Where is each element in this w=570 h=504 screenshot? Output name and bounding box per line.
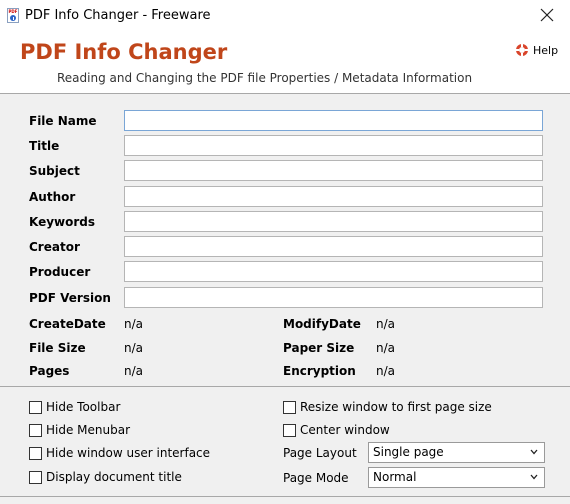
page-layout-select[interactable]: Single page [368,442,545,463]
file-name-input[interactable] [124,110,543,131]
display-doc-title-checkbox[interactable]: Display document title [29,470,182,484]
bottom-divider [0,496,570,497]
app-window: PDF PDF Info Changer - Freeware PDF Info… [0,0,570,504]
page-mode-label: Page Mode [283,471,349,485]
chevron-down-icon [530,449,538,455]
hide-toolbar-label: Hide Toolbar [46,400,121,414]
help-link[interactable]: Help [515,43,558,57]
producer-label: Producer [29,265,91,279]
page-mode-select[interactable]: Normal [368,467,545,488]
checkbox-box[interactable] [283,400,296,414]
close-button[interactable] [524,0,570,30]
checkbox-box[interactable] [283,423,296,437]
field-row-creator: Creator [0,236,570,260]
file-size-label: File Size [29,341,86,355]
title-input[interactable] [124,135,543,156]
keywords-input[interactable] [124,211,543,232]
page-layout-label: Page Layout [283,446,357,460]
page-layout-value: Single page [373,445,444,459]
checkbox-box[interactable] [29,400,42,414]
modify-date-value: n/a [376,317,396,331]
field-row-subject: Subject [0,160,570,184]
paper-size-label: Paper Size [283,341,355,355]
hide-toolbar-checkbox[interactable]: Hide Toolbar [29,400,120,414]
center-window-label: Center window [300,423,390,437]
author-input[interactable] [124,186,543,207]
field-row-pdf-version: PDF Version [0,287,570,311]
lifebuoy-icon [516,44,528,56]
create-date-label: CreateDate [29,317,106,331]
hide-window-ui-label: Hide window user interface [46,446,211,460]
center-window-checkbox[interactable]: Center window [283,423,390,437]
app-header: PDF Info Changer Reading and Changing th… [0,30,570,94]
hide-menubar-label: Hide Menubar [46,423,131,437]
field-row-author: Author [0,186,570,210]
hide-menubar-checkbox[interactable]: Hide Menubar [29,423,130,437]
subject-label: Subject [29,164,80,178]
encryption-label: Encryption [283,364,356,378]
hide-window-ui-checkbox[interactable]: Hide window user interface [29,446,210,460]
chevron-down-icon [530,474,538,480]
app-title: PDF Info Changer [20,40,228,64]
pages-value: n/a [124,364,144,378]
checkbox-box[interactable] [29,446,42,460]
field-row-keywords: Keywords [0,211,570,235]
file-name-label: File Name [29,114,97,128]
modify-date-label: ModifyDate [283,317,361,331]
field-row-producer: Producer [0,261,570,285]
file-size-value: n/a [124,341,144,355]
create-date-value: n/a [124,317,144,331]
section-divider [0,386,570,387]
window-title: PDF Info Changer - Freeware [25,8,211,23]
title-label: Title [29,139,60,153]
creator-input[interactable] [124,236,543,257]
keywords-label: Keywords [29,215,96,229]
paper-size-value: n/a [376,341,396,355]
display-doc-title-label: Display document title [46,470,182,484]
creator-label: Creator [29,240,80,254]
title-bar: PDF PDF Info Changer - Freeware [0,0,570,30]
pdf-info-app-icon: PDF [7,8,19,23]
author-label: Author [29,190,76,204]
checkbox-box[interactable] [29,423,42,437]
help-label: Help [533,43,559,57]
pdf-version-label: PDF Version [29,291,111,305]
subject-input[interactable] [124,160,543,181]
page-mode-value: Normal [373,470,417,484]
producer-input[interactable] [124,261,543,282]
encryption-value: n/a [376,364,396,378]
resize-window-checkbox[interactable]: Resize window to first page size [283,400,492,414]
field-row-title: Title [0,135,570,159]
close-icon [540,8,554,22]
resize-window-label: Resize window to first page size [300,400,492,414]
app-subtitle: Reading and Changing the PDF file Proper… [57,71,473,85]
pages-label: Pages [29,364,70,378]
checkbox-box[interactable] [29,470,42,484]
pdf-version-input[interactable] [124,287,543,308]
field-row-file-name: File Name [0,110,570,134]
